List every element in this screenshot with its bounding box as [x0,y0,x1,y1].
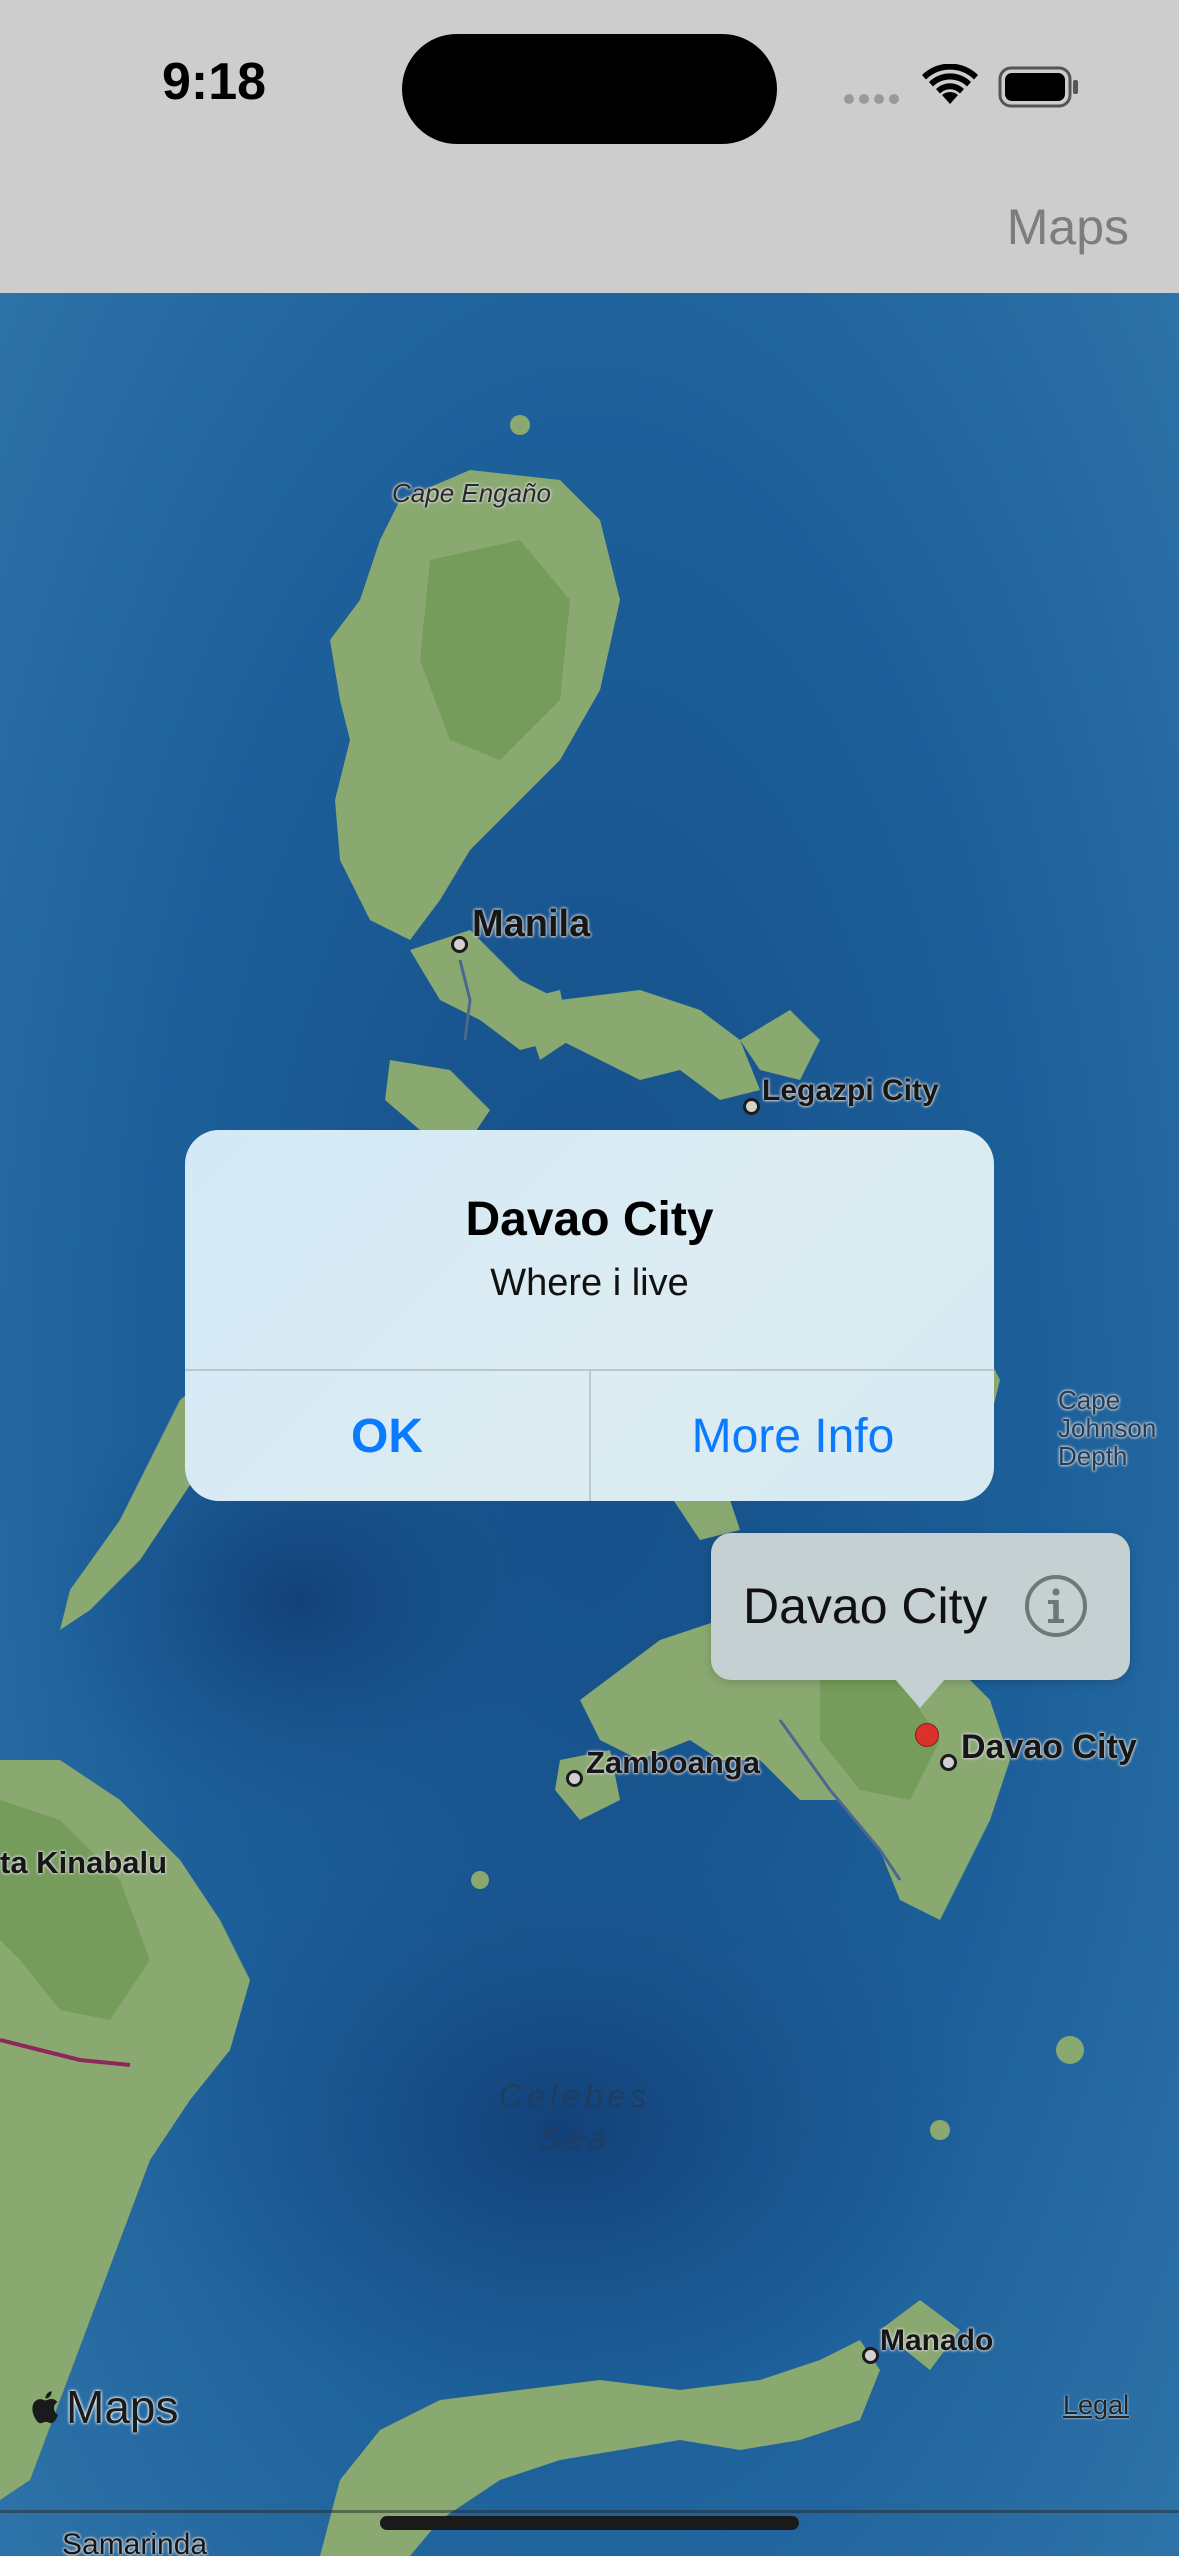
map-pin-icon[interactable] [915,1723,939,1747]
annotation-callout[interactable]: Davao City [711,1533,1130,1680]
wifi-icon [922,64,978,104]
maps-attribution: Maps [30,2380,178,2434]
maps-attribution-text: Maps [66,2381,179,2433]
callout-title: Davao City [743,1578,988,1634]
status-time: 9:18 [162,53,267,111]
signal-icon [844,94,899,104]
nav-maps-link[interactable]: Maps [1007,198,1129,256]
bottom-divider [0,2510,1179,2513]
alert-dialog: Davao City Where i live OK More Info [185,1130,994,1501]
screen: Cape Engaño Manila Legazpi City Cape Joh… [0,0,1179,2556]
top-bar: 9:18 Maps [0,0,1179,293]
more-info-button[interactable]: More Info [591,1371,994,1501]
apple-logo-icon [32,2391,59,2424]
dynamic-island [402,34,777,144]
legal-link[interactable]: Legal [1063,2390,1129,2421]
alert-message: Where i live [490,1262,689,1304]
home-indicator[interactable] [380,2516,799,2530]
ok-button[interactable]: OK [185,1371,589,1501]
callout-tail [894,1678,946,1708]
alert-title: Davao City [465,1193,714,1246]
info-icon[interactable] [1023,1573,1089,1639]
battery-icon [998,66,1078,108]
